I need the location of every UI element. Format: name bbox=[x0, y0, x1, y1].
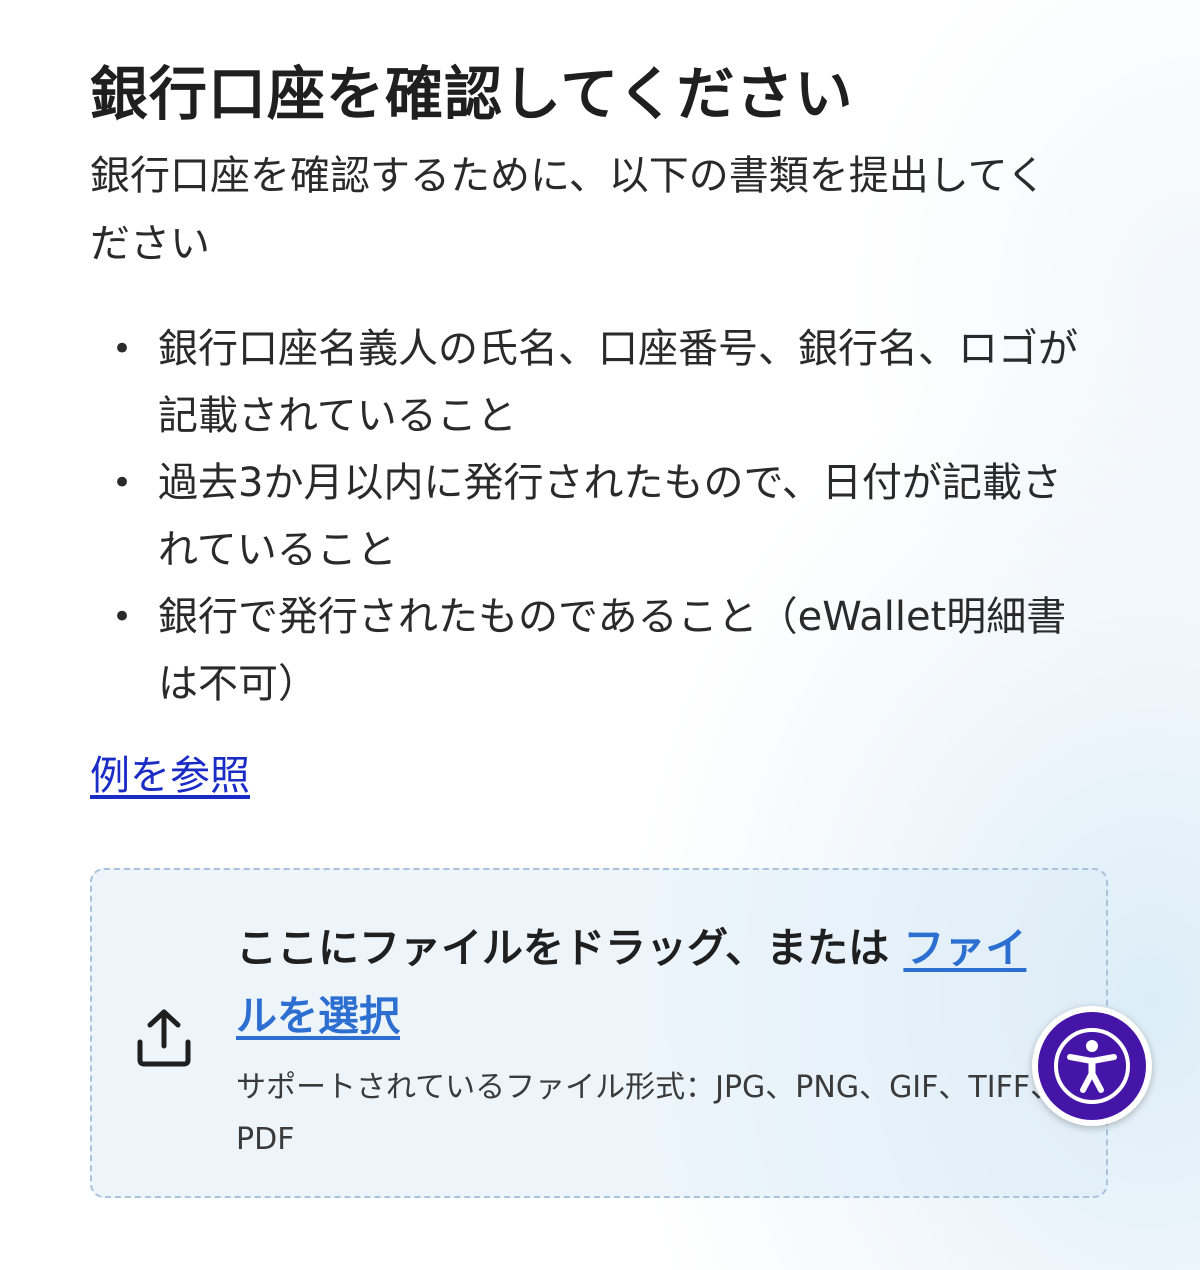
list-item: • 過去3か月以内に発行されたもので、日付が記載されていること bbox=[90, 450, 1098, 584]
accessibility-icon bbox=[1054, 1028, 1130, 1104]
accessibility-button[interactable] bbox=[1032, 1006, 1152, 1126]
requirement-text: 銀行口座名義人の氏名、口座番号、銀行名、ロゴが記載されていること bbox=[158, 326, 1078, 439]
requirement-text: 銀行で発行されたものであること（eWallet明細書は不可） bbox=[158, 594, 1067, 707]
list-item: • 銀行口座名義人の氏名、口座番号、銀行名、ロゴが記載されていること bbox=[90, 316, 1098, 450]
list-item: • 銀行で発行されたものであること（eWallet明細書は不可） bbox=[90, 584, 1098, 718]
requirement-text: 過去3か月以内に発行されたもので、日付が記載されていること bbox=[158, 460, 1062, 573]
dropzone-prompt: ここにファイルをドラッグ、または ファイルを選択 bbox=[236, 914, 1066, 1050]
bullet-icon: • bbox=[112, 329, 133, 369]
drag-prompt-text: ここにファイルをドラッグ、または bbox=[236, 924, 904, 972]
bullet-icon: • bbox=[112, 463, 133, 503]
supported-formats-text: サポートされているファイル形式：JPG、PNG、GIF、TIFF、PDF bbox=[236, 1070, 1061, 1157]
file-dropzone[interactable]: ここにファイルをドラッグ、または ファイルを選択 サポートされているファイル形式… bbox=[90, 868, 1108, 1198]
dropzone-text: ここにファイルをドラッグ、または ファイルを選択 サポートされているファイル形式… bbox=[236, 914, 1066, 1166]
accessibility-button-inner bbox=[1038, 1012, 1146, 1120]
requirements-list: • 銀行口座名義人の氏名、口座番号、銀行名、ロゴが記載されていること • 過去3… bbox=[90, 316, 1090, 718]
page-title: 銀行口座を確認してください bbox=[90, 60, 854, 128]
verification-page: 銀行口座を確認してください 銀行口座を確認するために、以下の書類を提出してくださ… bbox=[90, 52, 1090, 806]
see-example-link[interactable]: 例を参照 bbox=[90, 746, 250, 806]
page-subtitle: 銀行口座を確認するために、以下の書類を提出してください bbox=[90, 153, 1047, 267]
upload-icon bbox=[137, 1009, 191, 1067]
bullet-icon: • bbox=[112, 597, 133, 637]
